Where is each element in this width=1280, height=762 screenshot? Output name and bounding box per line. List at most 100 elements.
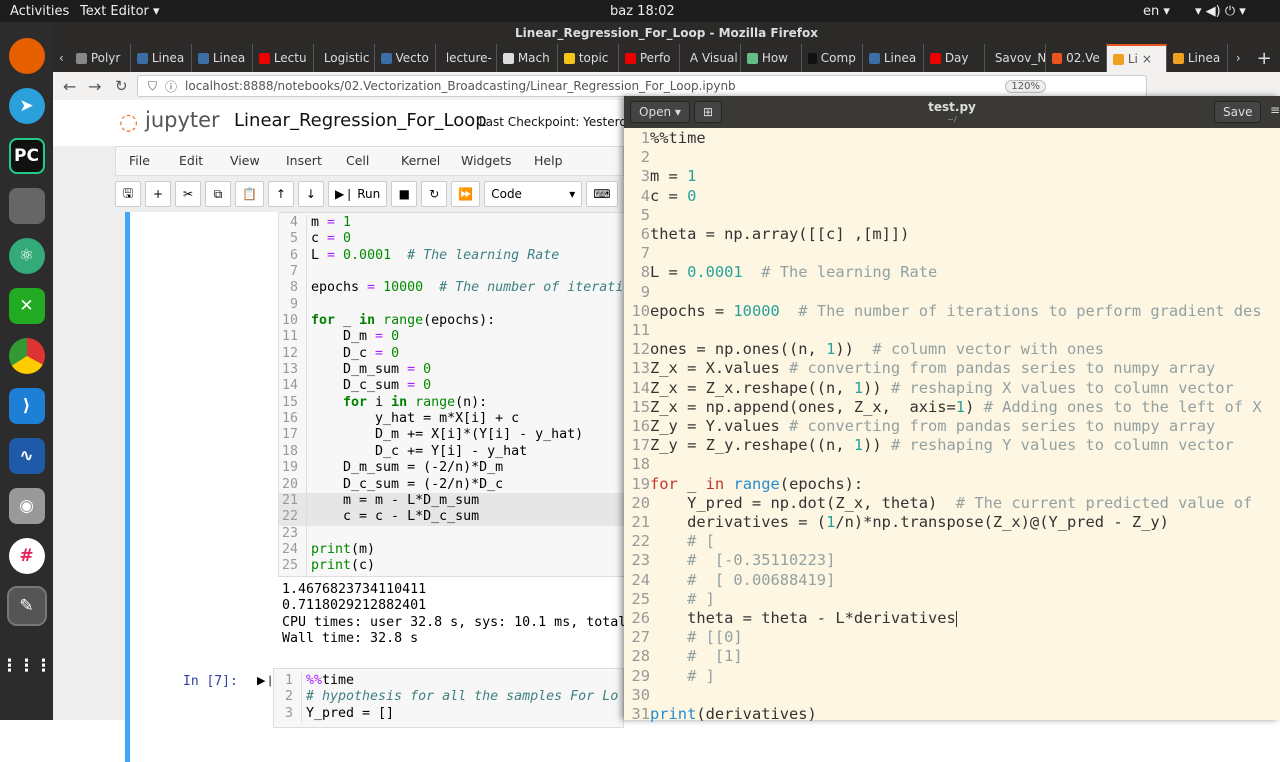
browser-tab[interactable]: How bbox=[741, 44, 802, 72]
move-down-button[interactable]: ↓ bbox=[298, 181, 324, 207]
tab-label[interactable]: Logistic bbox=[324, 44, 370, 72]
tab-label[interactable]: Linea bbox=[152, 44, 184, 72]
cut-button[interactable]: ✂ bbox=[175, 181, 201, 207]
insert-cell-button[interactable]: + bbox=[145, 181, 171, 207]
tab-label[interactable]: Linea bbox=[1188, 44, 1220, 72]
system-status-icons[interactable]: ▾ ◀) ⏻ ▾ bbox=[1195, 4, 1246, 19]
tab-label[interactable]: A Visual bbox=[690, 44, 738, 72]
interrupt-button[interactable]: ■ bbox=[391, 181, 417, 207]
next-cell-input[interactable]: 1%%time 2# hypothesis for all the sample… bbox=[273, 668, 624, 728]
browser-tab[interactable]: Comp bbox=[802, 44, 863, 72]
pycharm-icon[interactable]: PC bbox=[9, 138, 45, 174]
tab-label[interactable]: Linea bbox=[213, 44, 245, 72]
browser-tab[interactable]: Lectu bbox=[253, 44, 314, 72]
menu-cell[interactable]: Cell bbox=[346, 153, 369, 168]
browser-tab[interactable]: Vecto bbox=[375, 44, 436, 72]
jupyter-logo-text[interactable]: jupyter bbox=[145, 108, 220, 132]
copy-button[interactable]: ⧉ bbox=[205, 181, 231, 207]
browser-tab[interactable]: Linea bbox=[863, 44, 924, 72]
language-indicator[interactable]: en ▾ bbox=[1143, 4, 1170, 19]
tab-scroll-right-icon[interactable]: › bbox=[1228, 51, 1249, 65]
url-bar[interactable]: ⛉ ⓘ localhost:8888/notebooks/02.Vectoriz… bbox=[137, 75, 1147, 97]
system-monitor-icon[interactable]: ∿ bbox=[9, 438, 45, 474]
tab-label[interactable]: Mach bbox=[518, 44, 550, 72]
tab-label[interactable]: 02.Ve bbox=[1066, 44, 1100, 72]
browser-tab[interactable]: Linea bbox=[1167, 44, 1228, 72]
browser-tab[interactable]: topic bbox=[558, 44, 619, 72]
forward-button[interactable]: → bbox=[88, 77, 101, 96]
tab-label[interactable]: Lectu bbox=[274, 44, 307, 72]
run-button[interactable]: ▶❘ Run bbox=[328, 181, 387, 207]
cell-type-select[interactable]: Code▾ bbox=[484, 181, 582, 207]
slack-icon[interactable]: # bbox=[9, 538, 45, 574]
restart-run-all-button[interactable]: ⏩ bbox=[451, 181, 480, 207]
menu-view[interactable]: View bbox=[230, 153, 260, 168]
info-icon[interactable]: ⓘ bbox=[165, 78, 177, 95]
browser-tab[interactable]: Day bbox=[924, 44, 985, 72]
browser-tab[interactable]: Linea bbox=[131, 44, 192, 72]
tab-label[interactable]: Linea bbox=[884, 44, 916, 72]
tab-label[interactable]: Vecto bbox=[396, 44, 429, 72]
text-editor-icon[interactable]: ✎ bbox=[9, 588, 45, 624]
browser-tab[interactable]: Polyr bbox=[70, 44, 131, 72]
clock[interactable]: baz 18:02 bbox=[610, 4, 675, 19]
menu-file[interactable]: File bbox=[129, 153, 150, 168]
menu-help[interactable]: Help bbox=[534, 153, 563, 168]
editor-text-area[interactable]: 1%%time 2 3m = 1 4c = 0 5 6theta = np.ar… bbox=[624, 129, 1280, 724]
browser-tab[interactable]: Perfo bbox=[619, 44, 680, 72]
keyboard-shortcuts-button[interactable]: ⌨ bbox=[586, 181, 617, 207]
files-icon[interactable] bbox=[9, 188, 45, 224]
firefox-icon[interactable] bbox=[9, 38, 45, 74]
tab-label[interactable]: Comp bbox=[821, 44, 856, 72]
menu-insert[interactable]: Insert bbox=[286, 153, 322, 168]
chrome-icon[interactable] bbox=[9, 338, 45, 374]
browser-tab[interactable]: Mach bbox=[497, 44, 558, 72]
tab-label[interactable]: lecture- bbox=[446, 44, 492, 72]
save-button[interactable]: 🖫 bbox=[115, 181, 141, 207]
tab-label[interactable]: Perfo bbox=[640, 44, 671, 72]
show-apps-icon[interactable]: ⋮⋮⋮ bbox=[9, 648, 45, 684]
browser-tab[interactable]: A Visual bbox=[680, 44, 741, 72]
shield-icon[interactable]: ⛉ bbox=[148, 79, 157, 94]
url-text[interactable]: localhost:8888/notebooks/02.Vectorizatio… bbox=[185, 79, 736, 93]
tab-label[interactable]: Li bbox=[1128, 45, 1138, 72]
paste-button[interactable]: 📋 bbox=[235, 181, 264, 207]
menu-widgets[interactable]: Widgets bbox=[461, 153, 512, 168]
tab-label[interactable]: Savov_N bbox=[995, 44, 1046, 72]
open-button[interactable]: Open ▾ bbox=[630, 101, 690, 123]
app-menu[interactable]: Text Editor ▾ bbox=[80, 4, 160, 19]
tab-scroll-left-icon[interactable]: ‹ bbox=[53, 51, 70, 65]
close-tab-icon[interactable]: × bbox=[1142, 45, 1152, 72]
browser-tab[interactable]: Li× bbox=[1107, 44, 1167, 72]
notebook-name[interactable]: Linear_Regression_For_Loop bbox=[234, 110, 487, 131]
move-up-button[interactable]: ↑ bbox=[268, 181, 294, 207]
browser-tab[interactable]: Logistic bbox=[314, 44, 375, 72]
restart-button[interactable]: ↻ bbox=[421, 181, 447, 207]
tab-label[interactable]: How bbox=[762, 44, 788, 72]
browser-tab[interactable]: Savov_N bbox=[985, 44, 1046, 72]
code-token: Z_x = np.append(ones, Z_x, axis= bbox=[650, 398, 956, 416]
browser-tab[interactable]: 02.Ve bbox=[1046, 44, 1107, 72]
menu-kernel[interactable]: Kernel bbox=[401, 153, 440, 168]
tab-label[interactable]: Day bbox=[945, 44, 969, 72]
jupyter-logo-icon[interactable]: ◌ bbox=[119, 110, 138, 135]
browser-tab[interactable]: lecture- bbox=[436, 44, 497, 72]
save-button[interactable]: Save bbox=[1214, 101, 1261, 123]
browser-tab[interactable]: Linea bbox=[192, 44, 253, 72]
menu-edit[interactable]: Edit bbox=[179, 153, 203, 168]
zoom-level[interactable]: 120% bbox=[1005, 80, 1046, 93]
xmind-icon[interactable]: ✕ bbox=[9, 288, 45, 324]
cell-input-area[interactable]: 4m = 1 5c = 0 6L = 0.0001 # The learning… bbox=[278, 212, 629, 577]
back-button[interactable]: ← bbox=[63, 77, 76, 96]
vscode-icon[interactable]: ⟩ bbox=[9, 388, 45, 424]
reload-button[interactable]: ↻ bbox=[115, 77, 128, 95]
atom-icon[interactable]: ⚛ bbox=[9, 238, 45, 274]
telegram-icon[interactable]: ➤ bbox=[9, 88, 45, 124]
tab-label[interactable]: Polyr bbox=[91, 44, 121, 72]
camera-icon[interactable]: ◉ bbox=[9, 488, 45, 524]
new-document-icon[interactable]: ⊞ bbox=[694, 101, 722, 123]
new-tab-button[interactable]: + bbox=[1249, 48, 1280, 69]
tab-label[interactable]: topic bbox=[579, 44, 609, 72]
hamburger-menu-icon[interactable]: ≡ bbox=[1270, 103, 1280, 117]
activities-button[interactable]: Activities bbox=[10, 4, 69, 19]
